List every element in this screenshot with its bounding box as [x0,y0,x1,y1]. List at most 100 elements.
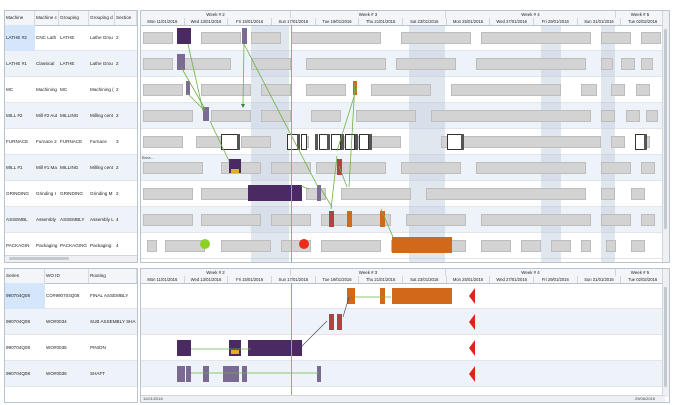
task-bar[interactable] [347,288,355,304]
task-bar[interactable] [186,366,191,382]
calendar-slot [371,84,431,96]
order-cell-wo: CO#990704Q08 [46,293,80,298]
day-label: Fri 29/01/2016 [534,276,578,283]
column-header-grouping-desc[interactable]: Grouping d [89,11,115,25]
week-3-label: Week # 3 [291,269,446,276]
resource-row[interactable]: MILL #2 Mill #2 Aut MILLING Milling cent 2 [5,103,137,129]
task-furnace-block[interactable] [345,134,355,150]
day-label: Sun 17/01/2016 [272,276,316,283]
resource-cell-machine: MILL #1 [6,165,23,170]
calendar-slot [165,240,205,252]
task-bar[interactable] [337,159,342,175]
column-header-machine[interactable]: Machine [5,11,35,25]
task-furnace-block[interactable] [301,134,307,150]
task-bar[interactable] [329,314,334,330]
task-bar[interactable] [248,185,302,201]
task-furnace-fill[interactable] [369,134,372,150]
order-cell-routing: PINION [90,345,106,350]
order-lane [141,361,665,387]
week-4-label: Week # 4 [446,269,616,276]
week-5-label: Week # 5 [616,269,665,276]
due-date-marker [469,314,475,330]
order-row[interactable]: 990704Q08 CO#990704Q08 FINAL ASSEMBLY [5,283,137,309]
resource-row[interactable]: FURNACE Furnace 2 FURNACE Furnace 3 [5,129,137,155]
task-bar[interactable] [223,366,239,382]
task-bar[interactable] [242,366,247,382]
task-bar[interactable] [392,237,452,253]
resource-row[interactable]: LATHE #1 Classical LATHE Lathe Grou 2 [5,51,137,77]
order-cell-routing: SHAFT [90,371,106,376]
week-4-label: Week # 4 [446,11,616,18]
order-row[interactable]: 990704Q08 WO#0034 SUB ASSEMBLY SHA [5,309,137,335]
scroll-thumb[interactable] [664,29,667,229]
task-furnace-fill[interactable] [644,134,647,150]
resource-row[interactable]: LATHE #2 CNC Lath LATHE Lathe Grou 2 [5,25,137,51]
calendar-slot [143,32,173,44]
task-bar[interactable] [177,28,191,44]
task-bar[interactable] [242,28,247,44]
task-bar[interactable] [353,81,357,95]
task-bar[interactable] [186,81,190,95]
task-bar[interactable] [177,366,185,382]
resource-grid: Machine Machine c Grouping Grouping d Se… [4,10,138,263]
resource-row[interactable]: MILL #1 Mill #1 Ma MILLING Milling cent 2 [5,155,137,181]
task-bar[interactable] [177,340,191,356]
calendar-slot [306,84,346,96]
task-furnace-fill[interactable] [315,134,318,150]
task-bar[interactable] [203,366,209,382]
column-header-grouping[interactable]: Grouping [59,11,89,25]
calendar-slot [581,240,591,252]
day-label: Wed 13/01/2016 [185,18,229,25]
order-lane [141,309,665,335]
calendar-slot [626,110,640,122]
calendar-slot [241,136,271,148]
task-bar[interactable] [392,288,452,304]
task-furnace-fill[interactable] [327,134,330,150]
resource-row[interactable]: ASSEMBL Assembly ASSEMBLY Assembly L4 [5,207,137,233]
calendar-slot [426,188,586,200]
task-furnace-fill[interactable] [297,134,300,150]
task-bar[interactable] [248,340,302,356]
calendar-slot [143,110,193,122]
task-bar[interactable] [177,54,185,70]
order-row[interactable]: 990704Q08 WO#0035 PINION [5,335,137,361]
task-furnace-fill[interactable] [461,134,464,150]
resource-cell-section: 3 [116,139,119,144]
column-header-section[interactable]: Section [115,11,137,25]
resource-row[interactable]: GRINDING Grinding I GRINDING Grinding M2 [5,181,137,207]
order-row[interactable]: 990704Q08 WO#0036 SHAFT [5,361,137,387]
column-header-machine-desc[interactable]: Machine c [35,11,59,25]
task-bar[interactable] [380,288,385,304]
task-furnace-block[interactable] [331,134,341,150]
task-furnace-fill[interactable] [355,134,358,150]
resource-gantt-vscroll[interactable] [662,11,669,262]
resource-grid-hscroll[interactable] [5,255,137,262]
order-gantt-vscroll[interactable] [662,269,669,397]
column-header-series[interactable]: Series [5,269,45,283]
resource-cell-section: 2 [116,165,119,170]
resource-cell-machine-desc: Classical [36,61,55,66]
scroll-thumb[interactable] [9,257,69,260]
task-bar[interactable] [347,211,352,227]
calendar-slot [601,188,615,200]
task-bar[interactable] [380,211,385,227]
scroll-thumb[interactable] [664,287,667,387]
task-bar[interactable] [203,107,209,121]
column-header-routing[interactable]: Routing [89,269,137,283]
calendar-slot [601,110,615,122]
task-furnace-block[interactable] [359,134,369,150]
resource-row[interactable]: MC Machining MC Machining (2 [5,77,137,103]
order-gantt-hscroll[interactable]: 11/01/2016 29/06/2016 [141,395,665,402]
task-furnace-fill[interactable] [237,134,240,150]
task-bar[interactable] [231,169,239,173]
order-cell-wo: WO#0035 [46,345,67,350]
calendar-slot [143,136,183,148]
task-bar[interactable] [329,211,334,227]
task-furnace-fill[interactable] [341,134,344,150]
task-bar[interactable] [337,314,342,330]
column-header-wo-id[interactable]: WO ID [45,269,89,283]
resource-cell-grouping-desc: Furnace [90,139,107,144]
task-bar[interactable] [317,366,321,382]
task-bar[interactable] [231,350,239,354]
task-bar[interactable] [317,185,321,201]
